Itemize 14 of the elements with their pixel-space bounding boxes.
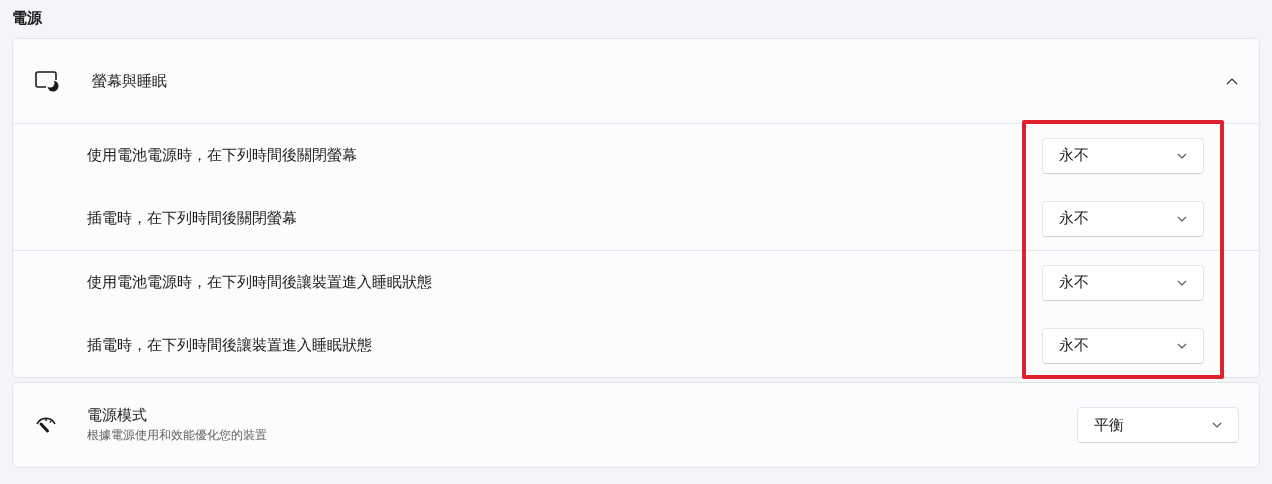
setting-description: 根據電源使用和效能優化您的裝置 xyxy=(87,427,268,444)
dropdown[interactable]: 永不 xyxy=(1042,200,1204,237)
setting-label: 插電時，在下列時間後關閉螢幕 xyxy=(87,209,298,228)
dropdown[interactable]: 平衡 xyxy=(1077,407,1239,443)
dropdown[interactable]: 永不 xyxy=(1042,137,1204,174)
expander-title: 螢幕與睡眠 xyxy=(92,71,168,91)
section-title: 電源 xyxy=(12,8,43,29)
setting-label: 使用電池電源時，在下列時間後讓裝置進入睡眠狀態 xyxy=(87,273,433,292)
expander-header[interactable]: 螢幕與睡眠 xyxy=(13,39,1259,123)
setting-title: 電源模式 xyxy=(87,406,148,425)
setting-label: 插電時，在下列時間後讓裝置進入睡眠狀態 xyxy=(87,336,373,355)
dropdown[interactable]: 永不 xyxy=(1042,327,1204,364)
dropdown[interactable]: 永不 xyxy=(1042,264,1204,301)
setting-label: 使用電池電源時，在下列時間後關閉螢幕 xyxy=(87,146,358,165)
